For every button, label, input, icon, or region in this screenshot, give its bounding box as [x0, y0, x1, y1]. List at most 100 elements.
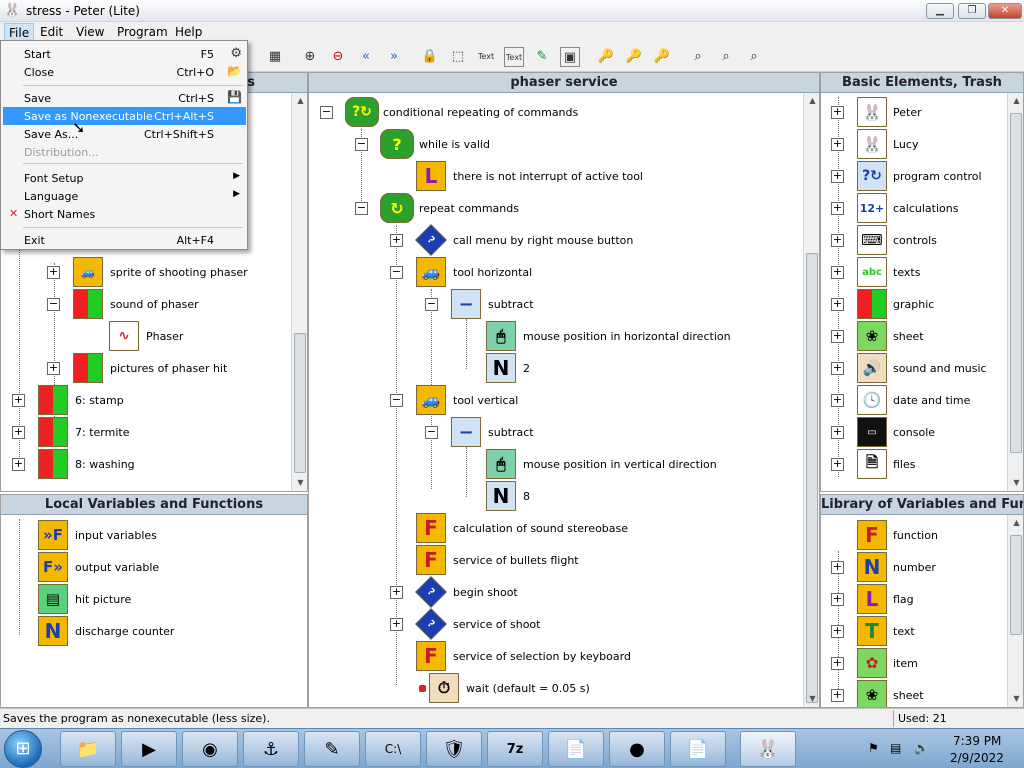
expand-toggle[interactable]: +	[831, 266, 844, 279]
expand-toggle[interactable]: +	[831, 298, 844, 311]
app-taskbar-icon[interactable]: ⚓	[243, 731, 299, 767]
menu-item-short-names[interactable]: ✕ Short Names	[3, 205, 246, 223]
command-item[interactable]: F service of bullets flight	[309, 545, 799, 577]
collapse-toggle[interactable]: −	[425, 298, 438, 311]
element-item[interactable]: + 🔊 sound and music	[821, 353, 1007, 385]
expand-toggle[interactable]: +	[831, 330, 844, 343]
edit-icon[interactable]: ✎	[532, 47, 552, 67]
element-item[interactable]: + graphic	[821, 289, 1007, 321]
zoom-in-icon[interactable]: ⊕	[300, 47, 320, 67]
element-item[interactable]: + ❀ sheet	[821, 321, 1007, 353]
tree-item[interactable]: ∿ Phaser	[1, 321, 291, 353]
menu-edit[interactable]: Edit	[40, 25, 63, 39]
expand-toggle[interactable]: +	[47, 362, 60, 375]
red-app-taskbar-icon[interactable]: ●	[609, 731, 665, 767]
chrome-taskbar-icon[interactable]: ◉	[182, 731, 238, 767]
vertical-scrollbar[interactable]: ▲ ▼	[1007, 93, 1023, 491]
element-item[interactable]: + ?↻ program control	[821, 161, 1007, 193]
library-item[interactable]: + ✿ item	[821, 648, 1007, 680]
command-item[interactable]: F calculation of sound stereobase	[309, 513, 799, 545]
menu-item-font-setup[interactable]: Font Setup ▶	[3, 169, 246, 187]
expand-toggle[interactable]: +	[831, 170, 844, 183]
tree-item[interactable]: + 🚙 sprite of shooting phaser	[1, 257, 291, 289]
explorer-taskbar-icon[interactable]: 📁	[60, 731, 116, 767]
scroll-thumb[interactable]	[806, 253, 818, 703]
tree-item[interactable]: + 7: termite	[1, 417, 291, 449]
element-item[interactable]: + 🐰 Peter	[821, 97, 1007, 129]
expand-toggle[interactable]: +	[831, 458, 844, 471]
windows-update-taskbar-icon[interactable]: 🛡	[426, 731, 482, 767]
menu-item-save[interactable]: Save Ctrl+S 💾	[3, 89, 246, 107]
library-item[interactable]: + T text	[821, 616, 1007, 648]
collapse-toggle[interactable]: −	[355, 202, 368, 215]
collapse-toggle[interactable]: −	[390, 266, 403, 279]
library-item[interactable]: + L flag	[821, 584, 1007, 616]
scroll-thumb[interactable]	[1010, 535, 1022, 635]
command-item[interactable]: 🖱 mouse position in vertical direction	[309, 449, 799, 481]
menu-help[interactable]: Help	[175, 25, 202, 39]
volume-tray-icon[interactable]: 🔊	[914, 741, 929, 755]
variable-item[interactable]: F» output variable	[1, 552, 301, 584]
cmd-taskbar-icon[interactable]: C:\	[365, 731, 421, 767]
menu-item-save-as[interactable]: Save As... Ctrl+Shift+S	[3, 125, 246, 143]
element-item[interactable]: + abc texts	[821, 257, 1007, 289]
select-icon[interactable]: ⬚	[448, 47, 468, 67]
element-item[interactable]: + ⌨ controls	[821, 225, 1007, 257]
zoom-out-icon[interactable]: ⊖	[328, 47, 348, 67]
expand-toggle[interactable]: +	[390, 234, 403, 247]
command-item[interactable]: − 🚙 tool horizontal	[309, 257, 799, 289]
expand-toggle[interactable]: +	[390, 618, 403, 631]
expand-toggle[interactable]: +	[831, 362, 844, 375]
7zip-taskbar-icon[interactable]: 7z	[487, 731, 543, 767]
key-icon-3[interactable]: 🔑	[652, 47, 672, 67]
collapse-toggle[interactable]: −	[320, 106, 333, 119]
expand-toggle[interactable]: +	[831, 138, 844, 151]
element-item[interactable]: + 🐰 Lucy	[821, 129, 1007, 161]
editor-taskbar-icon[interactable]: ✎	[304, 731, 360, 767]
scroll-thumb[interactable]	[294, 333, 306, 473]
grid-icon[interactable]: ▦	[265, 47, 285, 67]
collapse-toggle[interactable]: −	[390, 394, 403, 407]
expand-toggle[interactable]: +	[12, 458, 25, 471]
flag-tray-icon[interactable]: ⚑	[868, 741, 879, 755]
expand-toggle[interactable]: +	[831, 561, 844, 574]
text-icon[interactable]: Text	[476, 47, 496, 67]
library-item[interactable]: F function	[821, 520, 1007, 552]
menu-item-start[interactable]: Start F5 ⚙	[3, 45, 246, 63]
library-item[interactable]: + ❀ sheet	[821, 680, 1007, 707]
command-item[interactable]: ⏱ wait (default = 0.05 s)	[309, 673, 799, 705]
collapse-toggle[interactable]: −	[355, 138, 368, 151]
command-item[interactable]: N 2	[309, 353, 799, 385]
expand-toggle[interactable]: +	[831, 657, 844, 670]
vertical-scrollbar[interactable]: ▲ ▼	[291, 93, 307, 491]
key-icon-1[interactable]: 🔑	[596, 47, 616, 67]
vertical-scrollbar[interactable]: ▲ ▼	[803, 93, 819, 707]
text-box-icon[interactable]: Text	[504, 47, 524, 67]
picture-icon[interactable]: ▣	[560, 47, 580, 67]
clock-date[interactable]: 2/9/2022	[950, 751, 1004, 765]
key-icon-2[interactable]: 🔑	[624, 47, 644, 67]
expand-icon[interactable]: »	[384, 47, 404, 67]
tree-item[interactable]: − sound of phaser	[1, 289, 291, 321]
notepad2-taskbar-icon[interactable]: 📄	[670, 731, 726, 767]
minimize-button[interactable]: ▁	[926, 3, 954, 19]
find-icon[interactable]: ⌕	[688, 47, 708, 67]
tree-item[interactable]: + 6: stamp	[1, 385, 291, 417]
replace-icon[interactable]: ⌕	[744, 47, 764, 67]
command-item[interactable]: + ? begin shoot	[309, 576, 799, 609]
expand-toggle[interactable]: +	[47, 266, 60, 279]
command-item[interactable]: − ↻ repeat commands	[309, 193, 799, 225]
find-next-icon[interactable]: ⌕	[716, 47, 736, 67]
vertical-scrollbar[interactable]: ▲ ▼	[1007, 515, 1023, 707]
start-button[interactable]: ⊞	[4, 730, 42, 768]
variable-item[interactable]: ▤ hit picture	[1, 584, 301, 616]
expand-toggle[interactable]: +	[12, 394, 25, 407]
media-player-taskbar-icon[interactable]: ▶	[121, 731, 177, 767]
expand-toggle[interactable]: +	[390, 586, 403, 599]
collapse-toggle[interactable]: −	[47, 298, 60, 311]
variable-item[interactable]: »F input variables	[1, 520, 301, 552]
network-tray-icon[interactable]: ▤	[890, 741, 901, 755]
command-item[interactable]: N 8	[309, 481, 799, 513]
menu-item-language[interactable]: Language ▶	[3, 187, 246, 205]
expand-toggle[interactable]: +	[831, 202, 844, 215]
